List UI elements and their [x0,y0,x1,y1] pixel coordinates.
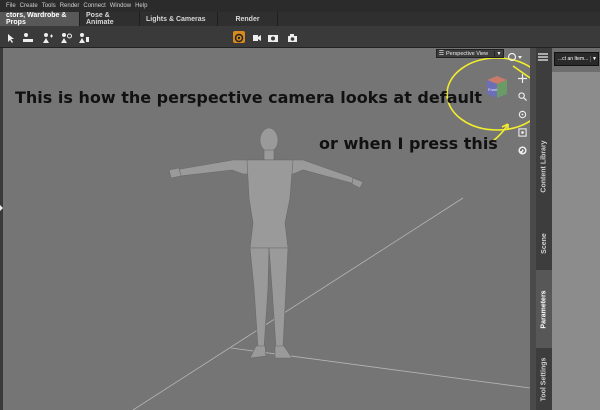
rotate-tool-icon[interactable] [60,31,72,43]
activity-tab-bar: ctors, Wardrobe & Props Pose & Animate L… [0,12,600,26]
universal-tool-icon[interactable] [22,31,34,43]
render-settings-icon[interactable] [233,31,245,43]
spot-render-icon[interactable] [251,31,263,43]
node-select-icon[interactable] [6,31,18,43]
menu-help[interactable]: Help [135,3,147,9]
camera-icon[interactable] [287,31,299,43]
translate-tool-icon[interactable] [42,31,54,43]
camera-label: Perspective View [446,50,489,57]
menu-tools[interactable]: Tools [42,3,56,9]
view-cube[interactable]: Front [481,72,509,100]
reset-view-icon[interactable] [518,146,527,155]
pane-header: ...ct an Item... ▼ [552,48,600,72]
parameters-pane: ...ct an Item... ▼ [552,48,600,410]
menu-bar: File Create Tools Render Connect Window … [0,0,600,12]
viewport[interactable]: ☰ Perspective View ▼ Front This is how t… [3,48,530,410]
chevron-down-icon: ▼ [494,50,503,57]
viewport-options-icon[interactable] [507,49,523,62]
hamburger-icon: ☰ [438,51,445,57]
tab-pose-animate[interactable]: Pose & Animate [80,12,140,26]
tab-tool-settings[interactable]: Tool Settings [536,350,552,408]
select-item-dropdown[interactable]: ...ct an Item... ▼ [554,52,599,66]
annotation-default-camera: This is how the perspective camera looks… [15,88,483,107]
menu-file[interactable]: File [6,3,16,9]
menu-render[interactable]: Render [60,3,80,9]
main-toolbar [0,26,600,48]
pane-options-icon[interactable] [536,50,550,64]
tab-render[interactable]: Render [218,12,278,26]
left-pane-grip-icon[interactable] [0,200,3,211]
zoom-icon[interactable] [518,92,527,101]
menu-window[interactable]: Window [110,3,131,9]
tab-actors-wardrobe-props[interactable]: ctors, Wardrobe & Props [0,12,80,26]
tab-parameters[interactable]: Parameters [536,270,552,348]
tab-content-library[interactable]: Content Library [536,116,552,216]
side-tab-bar: Content Library Scene Parameters Tool Se… [536,48,552,410]
pan-icon[interactable] [518,74,527,83]
render-icon[interactable] [267,31,279,43]
chevron-down-icon: ▼ [590,56,598,62]
grid-line [132,197,464,410]
scale-tool-icon[interactable] [78,31,90,43]
menu-create[interactable]: Create [20,3,38,9]
frame-icon[interactable] [518,128,527,137]
cube-front-label: Front [488,87,498,92]
select-item-label: ...ct an Item... [558,56,589,62]
annotation-press-this: or when I press this [319,134,498,153]
camera-selector[interactable]: ☰ Perspective View ▼ [436,49,504,58]
tab-scene[interactable]: Scene [536,218,552,268]
menu-connect[interactable]: Connect [83,3,105,9]
human-figure [168,127,364,359]
navigation-tools [518,72,528,162]
orbit-icon[interactable] [518,110,527,119]
tab-lights-cameras[interactable]: Lights & Cameras [140,12,218,26]
